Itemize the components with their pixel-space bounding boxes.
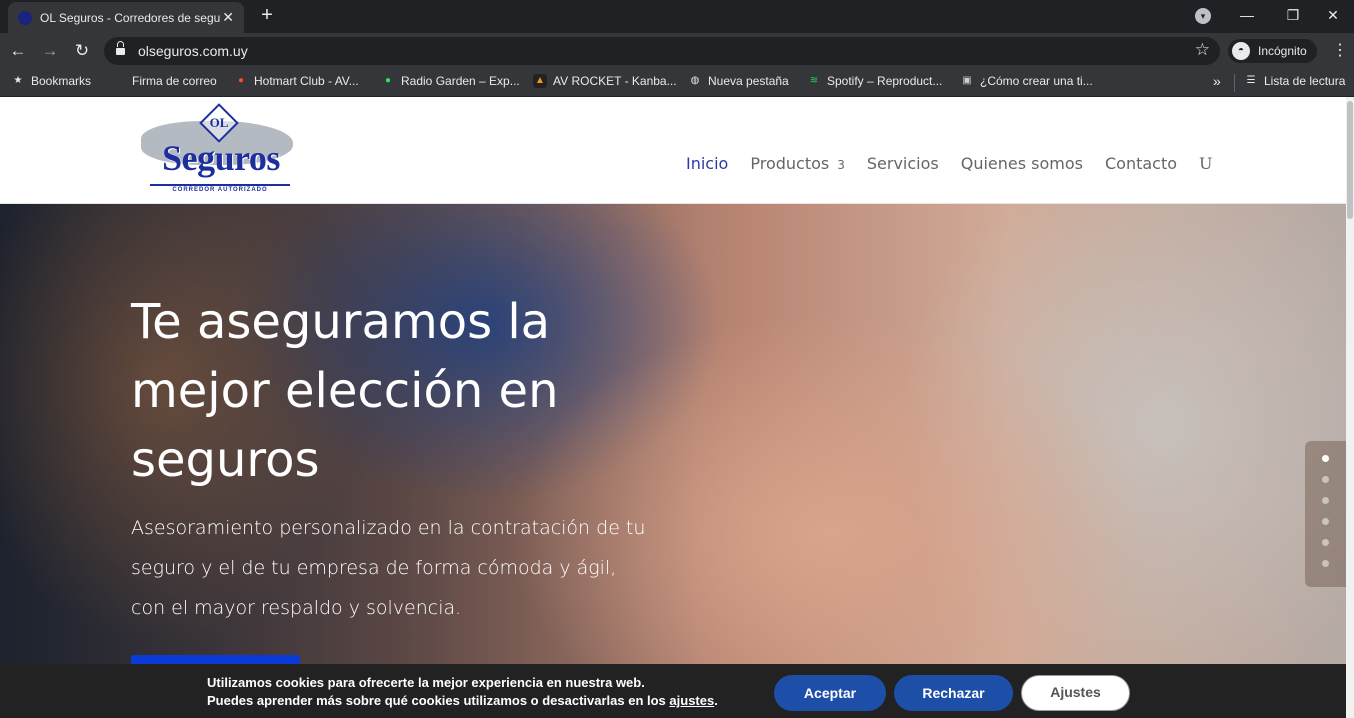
- browser-toolbar: ← → ↻ olseguros.com.uy ☆ ◓ Incógnito ⋮: [0, 33, 1354, 69]
- site-favicon-icon: [18, 10, 32, 25]
- cookie-banner: Utilizamos cookies para ofrecerte la mej…: [0, 664, 1346, 718]
- bookmarks-divider: [1234, 74, 1235, 92]
- logo-ol: OL: [209, 115, 229, 130]
- slider-dot[interactable]: [1322, 455, 1329, 462]
- slider-dot[interactable]: [1322, 518, 1329, 525]
- spotify-icon: ≋: [809, 75, 819, 86]
- bookmark-item[interactable]: Firma de correo: [112, 74, 217, 88]
- lock-icon[interactable]: [116, 41, 125, 56]
- bookmark-item[interactable]: ≋ Spotify – Reproduct...: [807, 74, 943, 88]
- tab-search-icon[interactable]: ▾: [1195, 8, 1211, 24]
- bookmark-item[interactable]: ● Radio Garden – Exp...: [381, 74, 520, 88]
- nav-item-productos[interactable]: Productos 3: [750, 154, 845, 173]
- bookmark-item[interactable]: ▣ ¿Cómo crear una ti...: [960, 74, 1093, 88]
- nav-item-inicio[interactable]: Inicio: [686, 154, 728, 173]
- browser-menu-icon[interactable]: ⋮: [1332, 39, 1348, 63]
- slider-dot[interactable]: [1322, 476, 1329, 483]
- cookie-line-2: Puedes aprender más sobre qué cookies ut…: [207, 692, 718, 710]
- web-page: OL Seguros CORREDOR AUTORIZADO Inicio Pr…: [0, 97, 1346, 718]
- main-nav: Inicio Productos 3 Servicios Quienes somo…: [686, 154, 1213, 173]
- bookmark-star-icon[interactable]: ☆: [1195, 40, 1210, 60]
- bookmark-label: Nueva pestaña: [708, 74, 789, 88]
- back-icon[interactable]: ←: [6, 39, 30, 63]
- bookmark-label: Firma de correo: [132, 74, 217, 88]
- tab-strip: OL Seguros - Corredores de segu ✕ + ▾ — …: [0, 0, 1354, 33]
- shop-icon: ▣: [962, 75, 972, 86]
- reading-list-button[interactable]: ☰ Lista de lectura: [1244, 74, 1346, 88]
- slider-dot[interactable]: [1322, 539, 1329, 546]
- logo-name: Seguros: [162, 138, 280, 178]
- hero-title: Te aseguramos la mejor elección en segur…: [131, 294, 559, 488]
- bookmarks-bar: ★ Bookmarks Firma de correo ● Hotmart Cl…: [0, 69, 1354, 97]
- reject-cookies-button[interactable]: Rechazar: [894, 675, 1013, 711]
- bookmark-label: Bookmarks: [31, 74, 92, 88]
- slider-dot[interactable]: [1322, 560, 1329, 567]
- globe-icon: ◍: [690, 75, 700, 86]
- new-tab-button[interactable]: +: [256, 4, 278, 26]
- scrollbar-thumb[interactable]: [1347, 101, 1353, 219]
- reading-list-label: Lista de lectura: [1264, 74, 1346, 88]
- forward-icon[interactable]: →: [38, 39, 62, 63]
- bookmark-label: AV ROCKET - Kanba...: [553, 74, 677, 88]
- nav-item-label: Productos: [750, 154, 830, 173]
- tab-close-icon[interactable]: ✕: [222, 9, 234, 26]
- radio-dot-icon: ●: [384, 75, 392, 86]
- chevron-down-icon: 3: [837, 158, 845, 172]
- close-window-button[interactable]: ✕: [1310, 0, 1354, 30]
- bookmark-label: Hotmart Club - AV...: [254, 74, 359, 88]
- bookmarks-star-icon: ★: [13, 75, 23, 86]
- page-scrollbar[interactable]: [1346, 97, 1354, 718]
- url-text[interactable]: olseguros.com.uy: [138, 43, 248, 59]
- hero-subtitle: Asesoramiento personalizado en la contra…: [131, 517, 646, 619]
- nav-item-quienes-somos[interactable]: Quienes somos: [961, 154, 1083, 173]
- reading-list-icon: ☰: [1246, 75, 1256, 86]
- bookmark-label: Spotify – Reproduct...: [827, 74, 943, 88]
- nav-item-contacto[interactable]: Contacto: [1105, 154, 1177, 173]
- rocket-icon: ▲: [533, 74, 547, 88]
- reload-icon[interactable]: ↻: [70, 39, 94, 63]
- cookie-line-2-end: .: [714, 693, 718, 708]
- mail-icon: [112, 74, 126, 88]
- site-header: OL Seguros CORREDOR AUTORIZADO Inicio Pr…: [0, 97, 1346, 204]
- more-bookmarks-icon[interactable]: »: [1213, 73, 1221, 89]
- cookie-line-2-text: Puedes aprender más sobre qué cookies ut…: [207, 693, 670, 708]
- cookie-line-1: Utilizamos cookies para ofrecerte la mej…: [207, 675, 645, 690]
- slider-pagination: [1305, 441, 1346, 587]
- bookmark-item[interactable]: ◍ Nueva pestaña: [688, 74, 789, 88]
- minimize-button[interactable]: —: [1224, 0, 1270, 30]
- bookmark-item[interactable]: ● Hotmart Club - AV...: [234, 74, 359, 88]
- cookie-message: Utilizamos cookies para ofrecerte la mej…: [207, 674, 718, 710]
- cookie-settings-button[interactable]: Ajustes: [1021, 675, 1130, 711]
- flame-icon: ●: [237, 75, 245, 86]
- logo-tagline: CORREDOR AUTORIZADO: [150, 184, 290, 194]
- incognito-indicator[interactable]: ◓ Incógnito: [1228, 39, 1317, 63]
- nav-item-servicios[interactable]: Servicios: [867, 154, 939, 173]
- hero-slider: Te aseguramos la mejor elección en segur…: [0, 204, 1346, 718]
- browser-tab[interactable]: OL Seguros - Corredores de segu ✕: [8, 2, 244, 33]
- address-bar[interactable]: olseguros.com.uy ☆: [104, 37, 1220, 65]
- accept-cookies-button[interactable]: Aceptar: [774, 675, 886, 711]
- bookmark-item[interactable]: ★ Bookmarks: [11, 74, 92, 88]
- bookmark-label: Radio Garden – Exp...: [401, 74, 520, 88]
- incognito-label: Incógnito: [1258, 44, 1307, 58]
- bookmark-item[interactable]: ▲ AV ROCKET - Kanba...: [533, 74, 677, 88]
- cookie-settings-link[interactable]: ajustes: [669, 693, 714, 708]
- search-icon[interactable]: U: [1199, 154, 1212, 173]
- bookmark-label: ¿Cómo crear una ti...: [980, 74, 1093, 88]
- site-logo[interactable]: OL Seguros CORREDOR AUTORIZADO: [141, 103, 293, 199]
- incognito-icon: ◓: [1232, 42, 1250, 60]
- slider-dot[interactable]: [1322, 497, 1329, 504]
- tab-title: OL Seguros - Corredores de segu: [40, 10, 220, 25]
